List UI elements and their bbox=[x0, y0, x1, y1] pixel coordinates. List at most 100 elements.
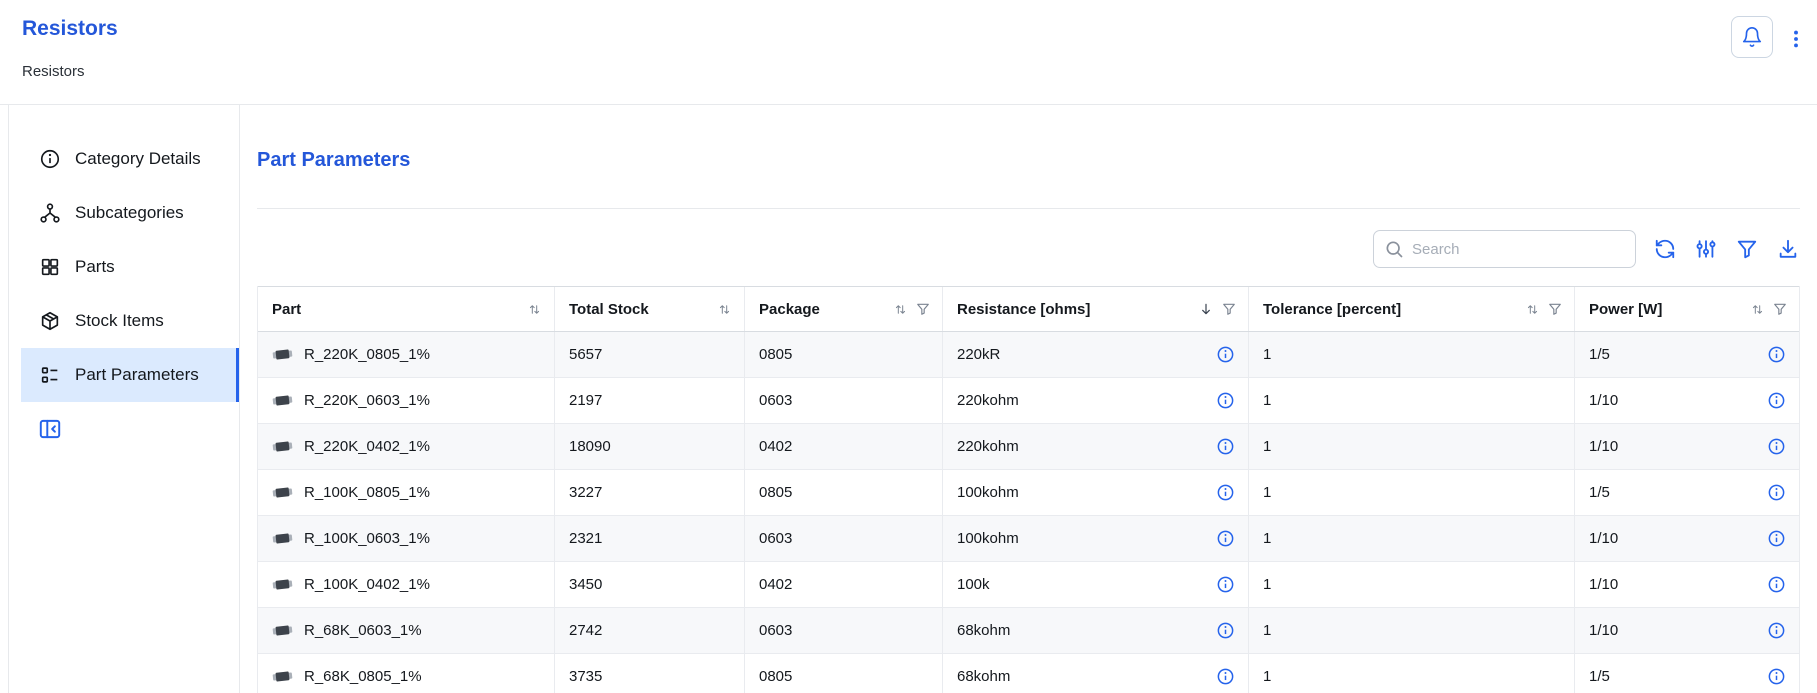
box-icon bbox=[39, 310, 61, 332]
info-icon[interactable] bbox=[1767, 437, 1786, 456]
total-stock-cell: 5657 bbox=[555, 332, 745, 377]
resistor-chip-icon bbox=[271, 392, 293, 409]
bell-icon bbox=[1741, 26, 1763, 48]
refresh-icon bbox=[1654, 238, 1676, 260]
table-row[interactable]: R_100K_0805_1% 3227 0805 100kohm 1 1/5 bbox=[258, 470, 1799, 516]
column-header-part[interactable]: Part bbox=[258, 287, 555, 331]
info-icon[interactable] bbox=[1767, 483, 1786, 502]
resistor-chip-icon bbox=[271, 622, 293, 639]
column-header-power[interactable]: Power [W] bbox=[1575, 287, 1799, 331]
info-icon[interactable] bbox=[1767, 391, 1786, 410]
overflow-menu-button[interactable] bbox=[1781, 24, 1811, 54]
sort-desc-icon[interactable] bbox=[1198, 301, 1214, 317]
part-name-link[interactable]: R_100K_0805_1% bbox=[304, 484, 430, 501]
table-row[interactable]: R_68K_0603_1% 2742 0603 68kohm 1 1/10 bbox=[258, 608, 1799, 654]
part-name-link[interactable]: R_220K_0805_1% bbox=[304, 346, 430, 363]
column-label: Part bbox=[272, 301, 301, 318]
power-cell: 1/10 bbox=[1575, 608, 1799, 653]
breadcrumb[interactable]: Resistors bbox=[22, 63, 85, 80]
part-name-link[interactable]: R_100K_0603_1% bbox=[304, 530, 430, 547]
hierarchy-icon bbox=[39, 202, 61, 224]
search-input[interactable] bbox=[1412, 241, 1625, 258]
package-cell: 0402 bbox=[745, 424, 943, 469]
resistance-cell: 68kohm bbox=[943, 608, 1249, 653]
total-stock-cell: 3450 bbox=[555, 562, 745, 607]
power-value: 1/5 bbox=[1589, 346, 1610, 363]
filter-button[interactable] bbox=[1735, 237, 1759, 261]
info-icon[interactable] bbox=[1216, 575, 1235, 594]
column-filter-icon[interactable] bbox=[1773, 302, 1787, 316]
total-stock-cell: 2197 bbox=[555, 378, 745, 423]
content-frame: Category Details Subcategories bbox=[8, 105, 1817, 693]
info-icon[interactable] bbox=[1216, 529, 1235, 548]
info-icon[interactable] bbox=[1767, 529, 1786, 548]
info-icon[interactable] bbox=[1767, 667, 1786, 686]
info-icon[interactable] bbox=[1216, 667, 1235, 686]
resistance-value: 100kohm bbox=[957, 484, 1019, 501]
sort-icon[interactable] bbox=[1750, 302, 1765, 317]
resistor-chip-icon bbox=[271, 530, 293, 547]
package-cell: 0805 bbox=[745, 332, 943, 377]
part-name-link[interactable]: R_220K_0402_1% bbox=[304, 438, 430, 455]
refresh-button[interactable] bbox=[1653, 237, 1677, 261]
info-icon[interactable] bbox=[1216, 621, 1235, 640]
power-cell: 1/10 bbox=[1575, 516, 1799, 561]
download-button[interactable] bbox=[1776, 237, 1800, 261]
resistance-cell: 100kohm bbox=[943, 516, 1249, 561]
part-cell: R_100K_0603_1% bbox=[258, 516, 555, 561]
column-header-total-stock[interactable]: Total Stock bbox=[555, 287, 745, 331]
resistor-chip-icon bbox=[271, 576, 293, 593]
power-cell: 1/5 bbox=[1575, 654, 1799, 693]
info-icon[interactable] bbox=[1767, 621, 1786, 640]
part-name-link[interactable]: R_220K_0603_1% bbox=[304, 392, 430, 409]
package-cell: 0603 bbox=[745, 608, 943, 653]
resistance-value: 220kohm bbox=[957, 438, 1019, 455]
table-row[interactable]: R_100K_0402_1% 3450 0402 100k 1 1/10 bbox=[258, 562, 1799, 608]
power-cell: 1/5 bbox=[1575, 470, 1799, 515]
info-icon[interactable] bbox=[1767, 345, 1786, 364]
search-box[interactable] bbox=[1373, 230, 1636, 268]
sidebar-item-subcategories[interactable]: Subcategories bbox=[9, 186, 239, 240]
table-row[interactable]: R_220K_0805_1% 5657 0805 220kR 1 1/5 bbox=[258, 332, 1799, 378]
resistance-cell: 100k bbox=[943, 562, 1249, 607]
column-settings-button[interactable] bbox=[1694, 237, 1718, 261]
resistor-chip-icon bbox=[271, 346, 293, 363]
sidebar-item-parts[interactable]: Parts bbox=[9, 240, 239, 294]
power-cell: 1/10 bbox=[1575, 378, 1799, 423]
column-header-tolerance[interactable]: Tolerance [percent] bbox=[1249, 287, 1575, 331]
column-filter-icon[interactable] bbox=[1548, 302, 1562, 316]
sort-icon[interactable] bbox=[893, 302, 908, 317]
sidebar-item-label: Parts bbox=[75, 257, 115, 277]
tolerance-cell: 1 bbox=[1249, 654, 1575, 693]
table-row[interactable]: R_220K_0603_1% 2197 0603 220kohm 1 1/10 bbox=[258, 378, 1799, 424]
table-row[interactable]: R_220K_0402_1% 18090 0402 220kohm 1 1/10 bbox=[258, 424, 1799, 470]
column-filter-icon[interactable] bbox=[1222, 302, 1236, 316]
table-row[interactable]: R_68K_0805_1% 3735 0805 68kohm 1 1/5 bbox=[258, 654, 1799, 693]
part-name-link[interactable]: R_68K_0805_1% bbox=[304, 668, 422, 685]
sort-icon[interactable] bbox=[717, 302, 732, 317]
column-filter-icon[interactable] bbox=[916, 302, 930, 316]
download-icon bbox=[1777, 238, 1799, 260]
sidebar-item-part-parameters[interactable]: Part Parameters bbox=[21, 348, 239, 402]
sort-icon[interactable] bbox=[1525, 302, 1540, 317]
info-icon[interactable] bbox=[1767, 575, 1786, 594]
info-icon[interactable] bbox=[1216, 483, 1235, 502]
info-icon[interactable] bbox=[1216, 437, 1235, 456]
info-icon[interactable] bbox=[1216, 391, 1235, 410]
resistor-chip-icon bbox=[271, 668, 293, 685]
sort-icon[interactable] bbox=[527, 302, 542, 317]
tolerance-cell: 1 bbox=[1249, 562, 1575, 607]
collapse-sidebar-button[interactable] bbox=[37, 416, 63, 442]
page-title: Resistors bbox=[22, 17, 118, 41]
column-header-resistance[interactable]: Resistance [ohms] bbox=[943, 287, 1249, 331]
table-row[interactable]: R_100K_0603_1% 2321 0603 100kohm 1 1/10 bbox=[258, 516, 1799, 562]
notifications-button[interactable] bbox=[1731, 16, 1773, 58]
part-name-link[interactable]: R_68K_0603_1% bbox=[304, 622, 422, 639]
resistance-cell: 100kohm bbox=[943, 470, 1249, 515]
part-name-link[interactable]: R_100K_0402_1% bbox=[304, 576, 430, 593]
column-header-package[interactable]: Package bbox=[745, 287, 943, 331]
sidebar-item-stock-items[interactable]: Stock Items bbox=[9, 294, 239, 348]
sidebar-item-category-details[interactable]: Category Details bbox=[9, 132, 239, 186]
tolerance-cell: 1 bbox=[1249, 378, 1575, 423]
info-icon[interactable] bbox=[1216, 345, 1235, 364]
